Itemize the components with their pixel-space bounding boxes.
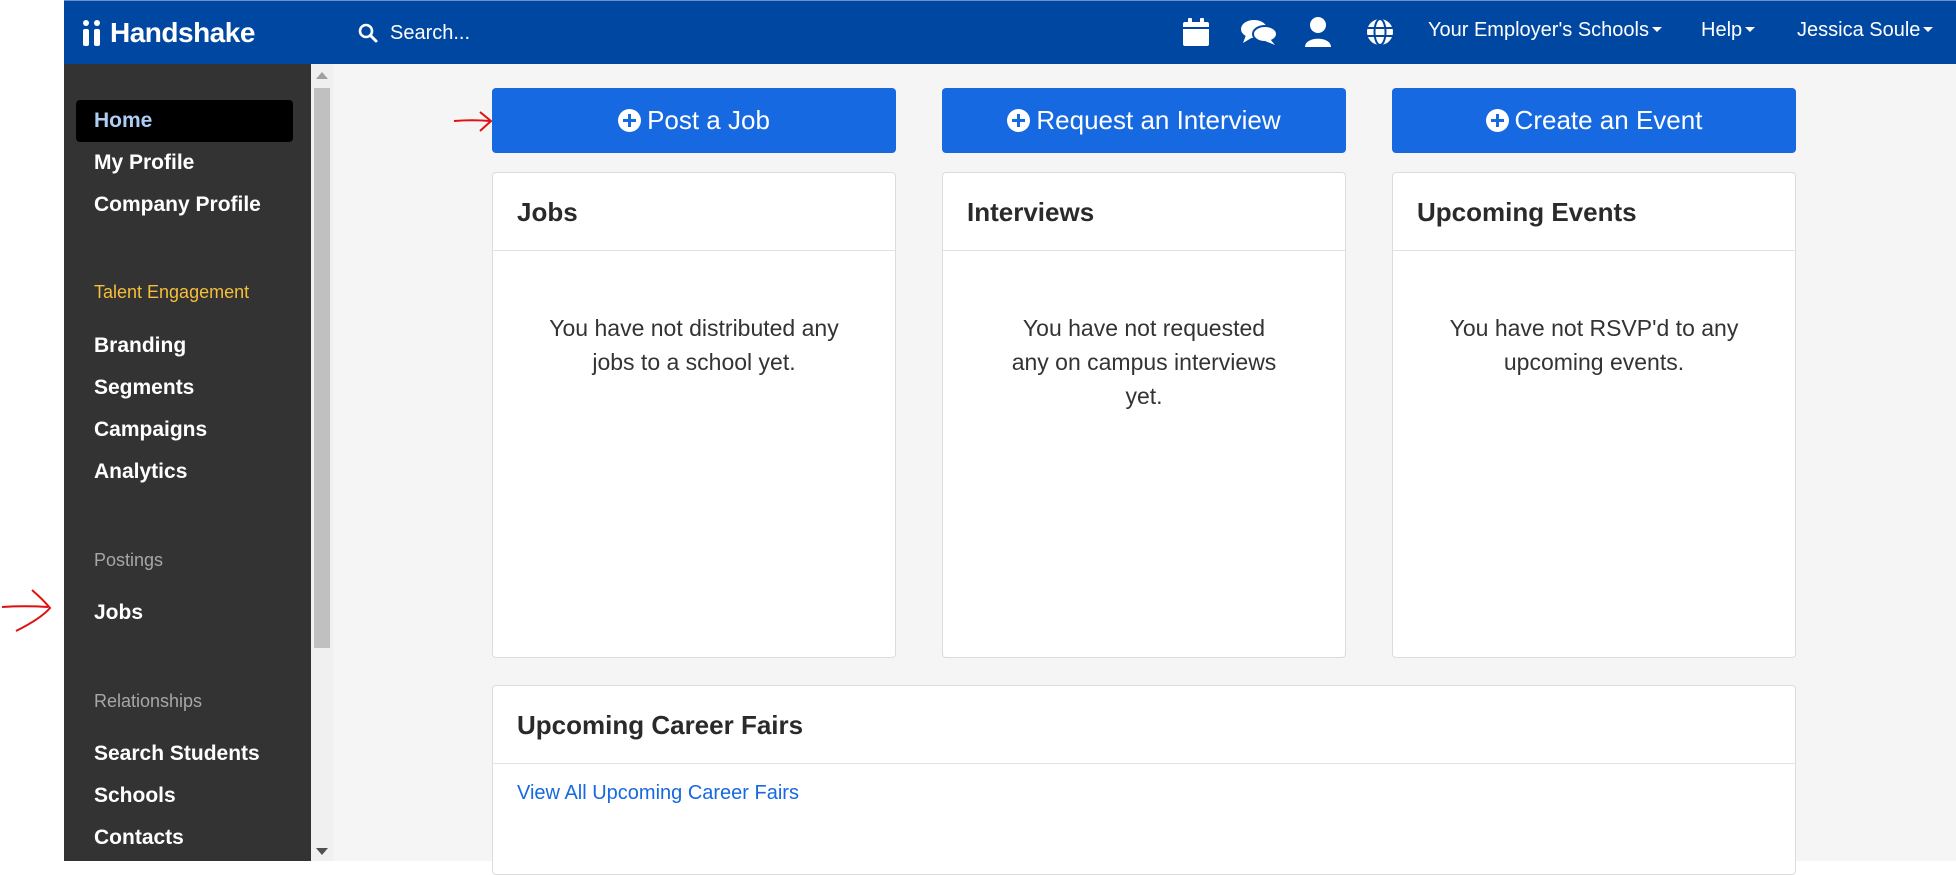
outer-margin (0, 0, 64, 861)
sidebar-item-home[interactable]: Home (76, 100, 293, 142)
scroll-thumb[interactable] (314, 88, 330, 648)
globe-icon[interactable] (1362, 14, 1398, 50)
sidebar-section-postings: Postings (94, 550, 164, 570)
annotation-arrow-post-job (453, 111, 493, 132)
plus-circle-icon (618, 109, 642, 132)
jobs-card: Jobs You have not distributed any jobs t… (492, 172, 896, 658)
calendar-icon[interactable] (1178, 14, 1214, 50)
post-job-button[interactable]: Post a Job (492, 88, 896, 153)
scroll-up-icon[interactable] (316, 72, 328, 79)
sidebar-section-relationships: Relationships (94, 691, 203, 711)
sidebar-item-analytics[interactable]: Analytics (76, 451, 293, 493)
view-all-career-fairs-link[interactable]: View All Upcoming Career Fairs (517, 782, 799, 805)
search-box[interactable] (358, 17, 678, 49)
interviews-card: Interviews You have not requested any on… (942, 172, 1346, 658)
sidebar-item-schools[interactable]: Schools (76, 775, 293, 817)
handshake-logo-icon (82, 20, 104, 46)
chevron-down-icon (1651, 27, 1662, 32)
top-nav-bar: Handshake Search... Your Employer's Scho… (64, 0, 1956, 64)
sidebar-item-jobs[interactable]: Jobs (76, 592, 293, 634)
plus-circle-icon (1007, 109, 1031, 132)
chevron-down-icon (1923, 27, 1934, 32)
card-empty-message: You have not requested any on campus int… (1011, 315, 1277, 409)
app-window: Handshake Search... Your Employer's Scho… (64, 0, 1956, 875)
user-menu[interactable]: Jessica Soule (1797, 19, 1934, 42)
sidebar-item-segments[interactable]: Segments (76, 367, 293, 409)
chevron-down-icon (1745, 27, 1756, 32)
career-fairs-card: Upcoming Career Fairs View All Upcoming … (492, 685, 1796, 875)
brand-name: Handshake (110, 17, 255, 48)
create-event-button[interactable]: Create an Event (1392, 88, 1796, 153)
sidebar-section-talent-engagement: Talent Engagement (94, 282, 250, 302)
card-empty-message: You have not distributed any jobs to a s… (549, 315, 839, 375)
help-menu[interactable]: Help (1701, 19, 1756, 42)
brand-logo[interactable]: Handshake (82, 15, 255, 51)
search-input[interactable] (390, 21, 670, 45)
scroll-down-icon[interactable] (316, 848, 328, 855)
sidebar-item-contacts[interactable]: Contacts (76, 817, 293, 859)
upcoming-events-card: Upcoming Events You have not RSVP'd to a… (1392, 172, 1796, 658)
sidebar-item-search-students[interactable]: Search Students (76, 733, 293, 775)
card-title: Jobs (493, 173, 895, 251)
sidebar: Home My Profile Company Profile Talent E… (64, 64, 311, 861)
sidebar-item-campaigns[interactable]: Campaigns (76, 409, 293, 451)
sidebar-item-my-profile[interactable]: My Profile (76, 142, 293, 184)
sidebar-item-branding[interactable]: Branding (76, 325, 293, 367)
request-interview-button[interactable]: Request an Interview (942, 88, 1346, 153)
search-icon (358, 23, 378, 43)
plus-circle-icon (1485, 109, 1509, 132)
sidebar-scrollbar[interactable] (311, 64, 333, 861)
card-title: Upcoming Events (1393, 173, 1795, 251)
chat-icon[interactable] (1238, 14, 1280, 50)
schools-menu[interactable]: Your Employer's Schools (1428, 19, 1662, 42)
card-title: Interviews (943, 173, 1345, 251)
sidebar-item-company-profile[interactable]: Company Profile (76, 184, 293, 226)
annotation-arrow-jobs (1, 589, 52, 632)
user-icon[interactable] (1300, 14, 1336, 50)
card-title: Upcoming Career Fairs (493, 686, 1795, 764)
card-empty-message: You have not RSVP'd to any upcoming even… (1449, 315, 1739, 375)
